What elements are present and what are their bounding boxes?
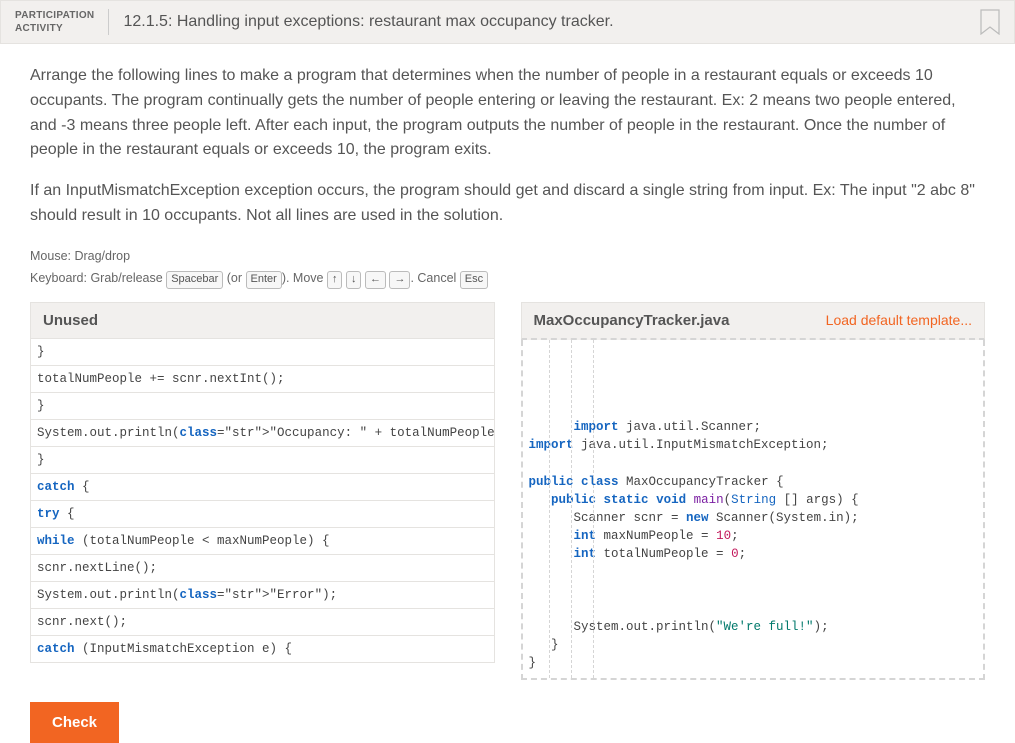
instructions-p2: If an InputMismatchException exception o… xyxy=(30,179,985,229)
code-line[interactable]: catch { xyxy=(31,474,494,501)
key-esc: Esc xyxy=(460,271,488,288)
instructions-p1: Arrange the following lines to make a pr… xyxy=(30,64,985,163)
unused-list[interactable]: }totalNumPeople += scnr.nextInt();}Syste… xyxy=(30,339,495,663)
check-button[interactable]: Check xyxy=(30,702,119,743)
code-line[interactable]: System.out.println(class="str">"Occupanc… xyxy=(31,420,494,447)
activity-header: PARTICIPATION ACTIVITY 12.1.5: Handling … xyxy=(0,0,1015,44)
code-line[interactable]: } xyxy=(31,339,494,366)
code-line[interactable]: } xyxy=(31,447,494,474)
hint-keyboard: Keyboard: Grab/release Spacebar (or Ente… xyxy=(30,267,985,290)
bookmark-icon[interactable] xyxy=(980,9,1000,35)
panels: Unused }totalNumPeople += scnr.nextInt()… xyxy=(30,302,985,680)
code-line[interactable]: while (totalNumPeople < maxNumPeople) { xyxy=(31,528,494,555)
key-spacebar: Spacebar xyxy=(166,271,223,288)
editor-header: MaxOccupancyTracker.java Load default te… xyxy=(521,302,986,340)
code-editor[interactable]: import java.util.Scanner; import java.ut… xyxy=(521,340,986,680)
code-line[interactable]: scnr.next(); xyxy=(31,609,494,636)
key-right: → xyxy=(389,271,410,288)
content-area: Arrange the following lines to make a pr… xyxy=(0,44,1015,743)
unused-panel: Unused }totalNumPeople += scnr.nextInt()… xyxy=(30,302,495,680)
hint-mouse: Mouse: Drag/drop xyxy=(30,245,985,268)
code-line[interactable]: } xyxy=(31,393,494,420)
editor-panel: MaxOccupancyTracker.java Load default te… xyxy=(521,302,986,680)
activity-title: 12.1.5: Handling input exceptions: resta… xyxy=(123,13,613,31)
code-line[interactable]: scnr.nextLine(); xyxy=(31,555,494,582)
key-enter: Enter xyxy=(246,271,282,288)
activity-label: PARTICIPATION ACTIVITY xyxy=(15,9,109,35)
key-down: ↓ xyxy=(346,271,362,288)
code-line[interactable]: catch (InputMismatchException e) { xyxy=(31,636,494,663)
code-line[interactable]: try { xyxy=(31,501,494,528)
key-left: ← xyxy=(365,271,386,288)
unused-header: Unused xyxy=(30,302,495,339)
code-line[interactable]: System.out.println(class="str">"Error"); xyxy=(31,582,494,609)
load-template-link[interactable]: Load default template... xyxy=(826,312,972,328)
key-up: ↑ xyxy=(327,271,343,288)
editor-filename: MaxOccupancyTracker.java xyxy=(534,312,730,329)
code-line[interactable]: totalNumPeople += scnr.nextInt(); xyxy=(31,366,494,393)
input-hints: Mouse: Drag/drop Keyboard: Grab/release … xyxy=(30,245,985,290)
